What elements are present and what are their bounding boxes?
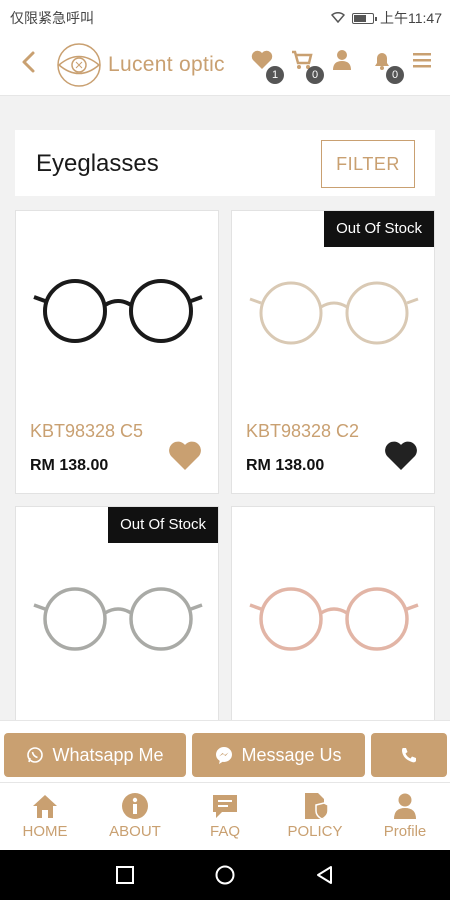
product-image: [249, 587, 419, 651]
product-image: [33, 279, 203, 343]
user-icon: [333, 50, 351, 70]
cart-count-badge: 0: [306, 66, 324, 84]
nav-policy[interactable]: POLICY: [270, 789, 360, 840]
chat-bubble-icon: [213, 795, 237, 818]
product-name: KBT98328 C2: [246, 421, 360, 441]
status-icons: 上午11:47: [330, 8, 442, 28]
product-card[interactable]: [231, 506, 435, 720]
wishlist-count-badge: 1: [266, 66, 284, 84]
bottom-navigation: HOME ABOUT FAQ POLICY Profile: [0, 782, 450, 850]
brand-name: Lucent optic: [108, 53, 225, 76]
info-icon: [122, 793, 148, 819]
back-icon[interactable]: [18, 48, 46, 78]
product-price: RM 138.00: [30, 457, 109, 474]
messenger-button[interactable]: Message Us: [192, 733, 365, 777]
brand-logo[interactable]: Lucent optic: [54, 40, 225, 90]
page-title: Eyeglasses: [36, 150, 159, 177]
app-header: Lucent optic 1 0 0: [0, 34, 450, 96]
whatsapp-label: Whatsapp Me: [52, 744, 164, 765]
product-grid: KBT98328 C5 RM 138.00 Out Of Stock KBT98…: [15, 210, 435, 720]
status-bar: 仅限紧急呼叫 上午11:47: [0, 0, 450, 34]
call-button[interactable]: [371, 733, 447, 777]
product-card[interactable]: Out Of Stock: [15, 506, 219, 720]
hamburger-menu-icon: [413, 53, 431, 68]
notification-count-badge: 0: [386, 66, 404, 84]
wishlist-button[interactable]: 1: [250, 48, 284, 84]
phone-icon: [402, 748, 416, 763]
home-circle-icon[interactable]: [214, 864, 236, 886]
whatsapp-button[interactable]: Whatsapp Me: [4, 733, 186, 777]
account-button[interactable]: [330, 48, 354, 72]
heart-icon[interactable]: [384, 441, 418, 471]
nav-home-label: HOME: [22, 823, 68, 840]
whatsapp-icon: [27, 747, 44, 763]
nav-faq-label: FAQ: [209, 823, 240, 840]
battery-icon: [352, 12, 377, 24]
filter-button[interactable]: FILTER: [321, 140, 415, 188]
nav-profile[interactable]: Profile: [360, 789, 450, 840]
contact-bar: Whatsapp Me Message Us: [0, 720, 450, 782]
heart-icon[interactable]: [168, 441, 202, 471]
messenger-icon: [216, 747, 233, 764]
recents-icon[interactable]: [114, 864, 136, 886]
menu-button[interactable]: [410, 48, 434, 72]
product-card[interactable]: Out Of Stock KBT98328 C2 RM 138.00: [231, 210, 435, 494]
out-of-stock-badge: Out Of Stock: [108, 507, 218, 543]
nav-profile-label: Profile: [383, 823, 427, 840]
out-of-stock-badge: Out Of Stock: [324, 211, 434, 247]
product-price: RM 138.00: [246, 457, 325, 474]
category-title-bar: Eyeglasses FILTER: [15, 130, 435, 196]
eye-logo-icon: [57, 43, 101, 87]
home-icon: [33, 795, 57, 818]
header-actions: 1 0 0: [250, 48, 434, 84]
nav-policy-label: POLICY: [287, 823, 343, 840]
carrier-text: 仅限紧急呼叫: [10, 10, 94, 26]
product-card[interactable]: KBT98328 C5 RM 138.00: [15, 210, 219, 494]
cart-button[interactable]: 0: [290, 48, 324, 84]
notifications-button[interactable]: 0: [370, 48, 404, 84]
messenger-label: Message Us: [241, 744, 342, 765]
nav-about-label: ABOUT: [109, 823, 161, 840]
clock: 上午11:47: [380, 10, 442, 26]
nav-faq[interactable]: FAQ: [180, 789, 270, 840]
back-triangle-icon[interactable]: [314, 864, 336, 886]
product-image: [33, 587, 203, 651]
nav-home[interactable]: HOME: [0, 789, 90, 840]
user-icon: [394, 793, 416, 819]
policy-document-icon: [305, 793, 329, 820]
nav-about[interactable]: ABOUT: [90, 789, 180, 840]
product-image: [249, 281, 419, 345]
system-navigation-bar: [0, 850, 450, 900]
product-name: KBT98328 C5: [30, 421, 144, 441]
wifi-icon: [330, 11, 346, 26]
